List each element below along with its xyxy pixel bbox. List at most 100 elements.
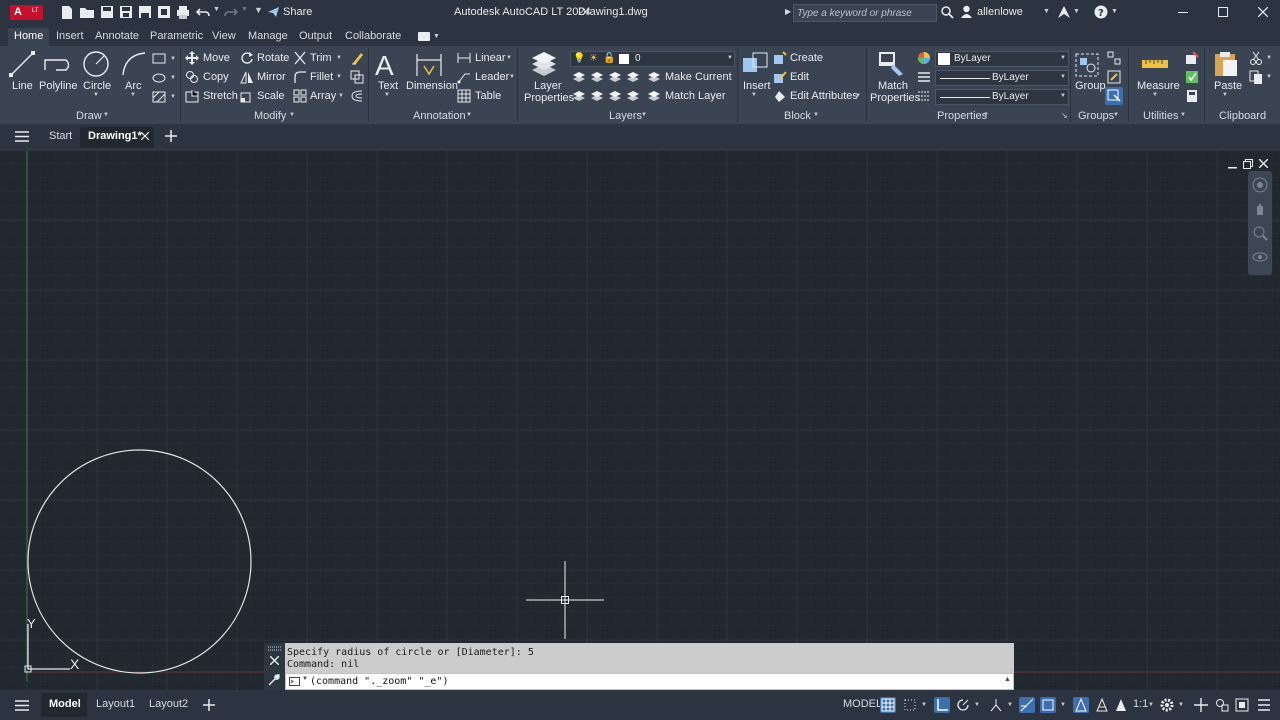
layout-menu-icon[interactable] xyxy=(15,700,29,711)
tab-home[interactable]: Home xyxy=(8,28,50,46)
workspace-gear-icon[interactable] xyxy=(1160,698,1174,712)
layout1-tab[interactable]: Layout1 xyxy=(96,698,135,710)
viewport-minimize-icon[interactable] xyxy=(1228,161,1237,170)
rectangle-dropdown-icon[interactable]: ▼ xyxy=(170,56,176,62)
create-block-icon[interactable] xyxy=(773,51,787,65)
draw-panel-expand-icon[interactable]: ▼ xyxy=(103,112,109,118)
utilities-panel-title[interactable]: Utilities xyxy=(1143,110,1178,122)
layer-tool-icon[interactable] xyxy=(626,89,640,103)
arc-button[interactable]: Arc xyxy=(125,80,142,92)
customize-wrench-icon[interactable] xyxy=(268,674,280,686)
quick-select-icon[interactable] xyxy=(1185,51,1199,65)
ungroup-icon[interactable] xyxy=(1107,51,1121,65)
group-edit-icon[interactable] xyxy=(1107,70,1121,84)
polyline-icon[interactable] xyxy=(42,52,72,76)
close-icon[interactable] xyxy=(1258,7,1268,17)
app-menu-button[interactable]: A xyxy=(10,5,29,20)
groups-panel-expand-icon[interactable]: ▼ xyxy=(1113,112,1119,118)
viewport-restore-icon[interactable] xyxy=(1243,159,1253,169)
utilities-panel-expand-icon[interactable]: ▼ xyxy=(1180,112,1186,118)
offset-icon[interactable] xyxy=(350,89,364,103)
match-properties-icon[interactable] xyxy=(877,50,905,78)
scale-button[interactable]: Scale xyxy=(257,90,285,102)
make-current-button[interactable]: Make Current xyxy=(665,71,732,83)
dimension-icon[interactable] xyxy=(414,50,444,78)
layer-properties-button[interactable]: Layer xyxy=(534,80,562,92)
auto-scale-icon[interactable] xyxy=(1095,698,1109,712)
array-icon[interactable] xyxy=(293,89,307,103)
tab-collaborate[interactable]: Collaborate xyxy=(345,30,401,42)
insert-icon[interactable] xyxy=(741,50,769,78)
plot-icon[interactable] xyxy=(176,5,190,20)
layers-panel-expand-icon[interactable]: ▼ xyxy=(641,112,647,118)
command-recent-dropdown-icon[interactable]: ▼ xyxy=(302,676,308,682)
save-icon[interactable] xyxy=(100,5,114,20)
command-input-box[interactable]: ▼ ▲ xyxy=(285,673,1014,690)
ortho-toggle[interactable] xyxy=(934,697,950,713)
help-dropdown-icon[interactable]: ▼ xyxy=(1111,8,1118,15)
table-button[interactable]: Table xyxy=(475,90,501,102)
modify-panel-expand-icon[interactable]: ▼ xyxy=(289,112,295,118)
group-button[interactable]: Group xyxy=(1075,80,1106,92)
annotation-monitor-icon[interactable] xyxy=(1194,698,1208,712)
table-icon[interactable] xyxy=(457,89,471,103)
cut-dropdown-icon[interactable]: ▼ xyxy=(1266,55,1272,61)
maximize-icon[interactable] xyxy=(1218,7,1228,17)
text-icon[interactable]: A xyxy=(374,50,400,78)
rotate-icon[interactable] xyxy=(240,51,254,65)
undo-dropdown-icon[interactable]: ▼ xyxy=(213,6,220,13)
user-name[interactable]: allenlowe xyxy=(977,6,1023,18)
leader-dropdown-icon[interactable]: ▼ xyxy=(509,74,515,80)
lineweight-dropdown[interactable]: ByLayer ▼ xyxy=(935,70,1069,86)
match-properties-button[interactable]: Match xyxy=(878,80,908,92)
start-tab[interactable]: Start xyxy=(49,130,72,142)
open-folder-icon[interactable] xyxy=(79,5,95,20)
polar-icon[interactable] xyxy=(956,698,970,712)
make-current-icon[interactable] xyxy=(647,70,661,84)
modify-panel-title[interactable]: Modify xyxy=(254,110,286,122)
layer-tool-icon[interactable] xyxy=(590,89,604,103)
circle-button[interactable]: Circle xyxy=(83,80,111,92)
layers-panel-title[interactable]: Layers xyxy=(609,110,642,122)
layer-tool-icon[interactable] xyxy=(572,70,586,84)
search-icon[interactable] xyxy=(941,6,954,19)
draw-panel-title[interactable]: Draw xyxy=(76,110,102,122)
arc-dropdown-icon[interactable]: ▼ xyxy=(130,92,136,98)
isodraft-dropdown-icon[interactable]: ▼ xyxy=(1007,702,1013,708)
linetype-dropdown[interactable]: ByLayer ▼ xyxy=(935,89,1069,105)
annotation-visibility-toggle[interactable] xyxy=(1073,697,1089,713)
object-snap-dropdown-icon[interactable]: ▼ xyxy=(1060,702,1066,708)
redo-dropdown-icon[interactable]: ▼ xyxy=(241,6,248,13)
isodraft-icon[interactable] xyxy=(989,698,1003,712)
text-button[interactable]: Text xyxy=(378,80,398,92)
grid-toggle[interactable] xyxy=(880,697,896,713)
edit-block-icon[interactable] xyxy=(773,70,787,84)
annotation-scale-value[interactable]: 1:1 xyxy=(1133,698,1148,710)
color-dropdown[interactable]: ByLayer ▼ xyxy=(935,51,1069,67)
edit-attributes-button[interactable]: Edit Attributes xyxy=(790,90,858,102)
text-dropdown-icon[interactable]: ▼ xyxy=(384,92,390,98)
tab-output[interactable]: Output xyxy=(299,30,332,42)
array-dropdown-icon[interactable]: ▼ xyxy=(338,93,344,99)
fillet-dropdown-icon[interactable]: ▼ xyxy=(336,74,342,80)
ellipse-dropdown-icon[interactable]: ▼ xyxy=(170,75,176,81)
layer-properties-icon[interactable] xyxy=(529,50,559,78)
layer-tool-icon[interactable] xyxy=(590,70,604,84)
insert-dropdown-icon[interactable]: ▼ xyxy=(751,92,757,98)
layer-tool-icon[interactable] xyxy=(572,89,586,103)
match-layer-button[interactable]: Match Layer xyxy=(665,90,726,102)
close-command-line-icon[interactable] xyxy=(270,656,279,665)
tab-insert[interactable]: Insert xyxy=(56,30,84,42)
move-button[interactable]: Move xyxy=(203,52,230,64)
measure-dropdown-icon[interactable]: ▼ xyxy=(1152,92,1158,98)
search-box[interactable] xyxy=(793,4,937,22)
line-icon[interactable] xyxy=(8,50,36,78)
hatch-icon[interactable] xyxy=(152,91,166,103)
copy-button[interactable]: Copy xyxy=(203,71,229,83)
properties-panel-title[interactable]: Properties xyxy=(937,110,987,122)
clean-screen-icon[interactable] xyxy=(1235,698,1249,712)
edit-attributes-dropdown-icon[interactable]: ▼ xyxy=(855,93,861,99)
search-input[interactable] xyxy=(794,5,936,21)
stretch-button[interactable]: Stretch xyxy=(203,90,238,102)
edit-attributes-icon[interactable] xyxy=(773,89,787,103)
